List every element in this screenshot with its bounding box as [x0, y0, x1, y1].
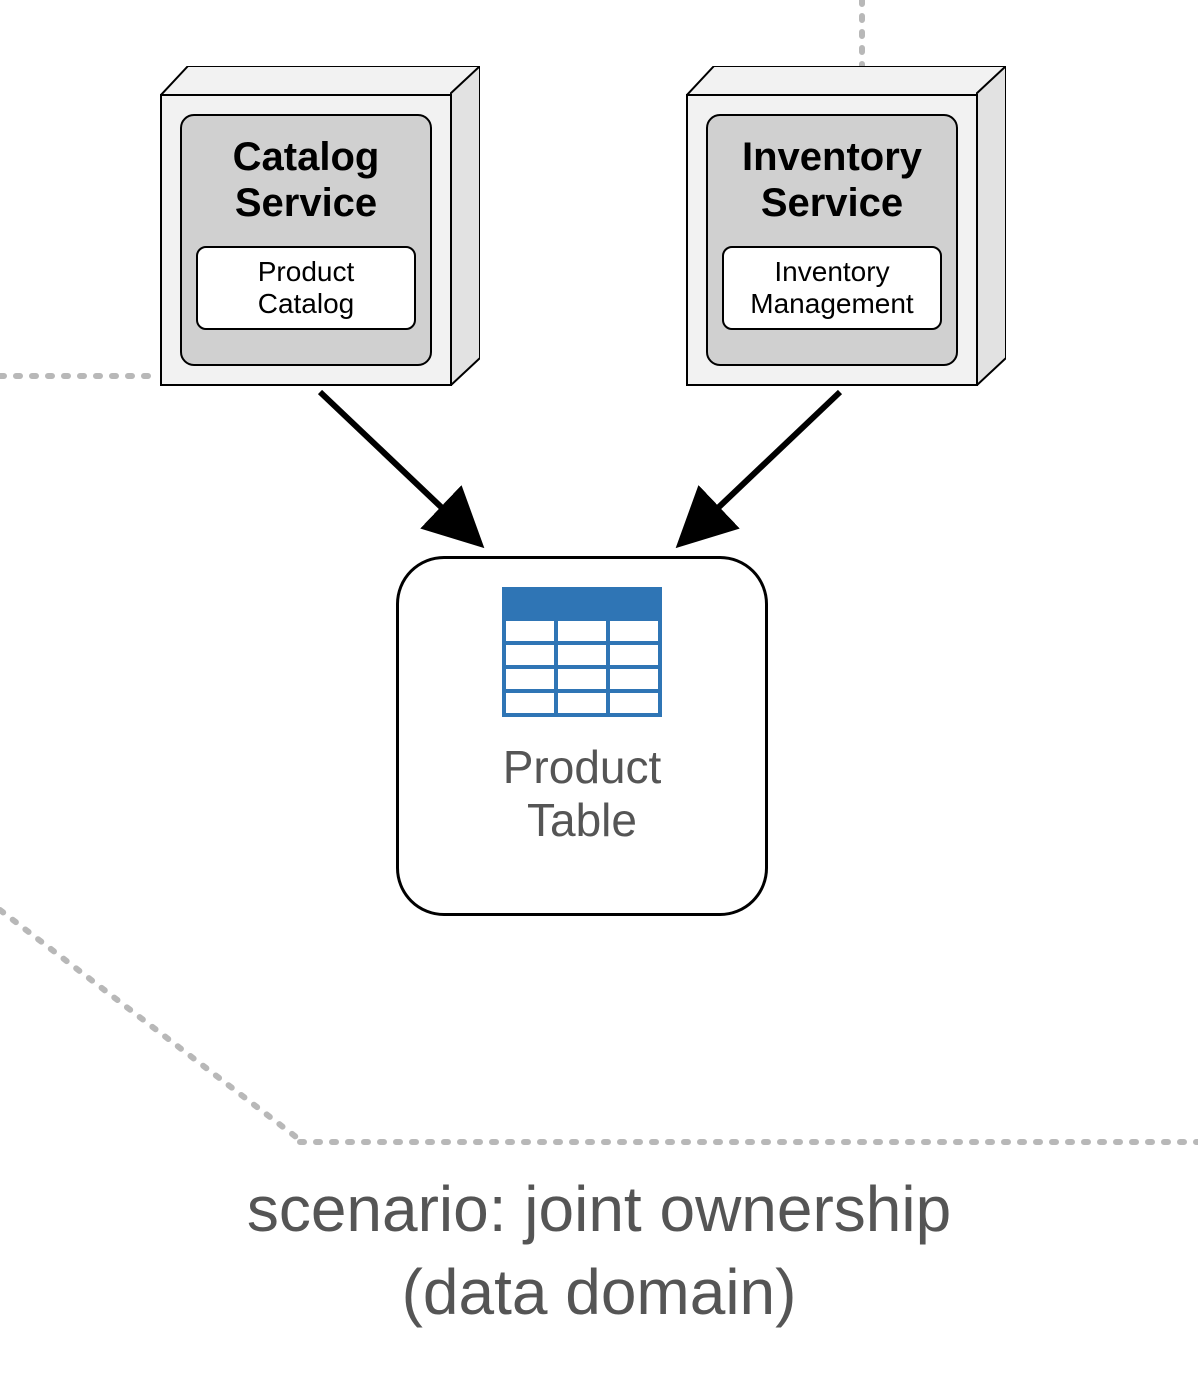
inventory-service-title-l1: Inventory [742, 134, 922, 180]
product-table-label-l1: Product [503, 741, 662, 794]
inventory-module-l1: Inventory [742, 256, 922, 288]
inventory-service-title-l2: Service [742, 180, 922, 226]
product-table-label: Product Table [503, 741, 662, 847]
catalog-module-l1: Product [216, 256, 396, 288]
catalog-service-title: Catalog Service [233, 134, 380, 226]
inventory-module: Inventory Management [722, 246, 942, 330]
catalog-service-box: Catalog Service Product Catalog [160, 66, 480, 386]
inventory-service-title: Inventory Service [742, 134, 922, 226]
catalog-service-title-l2: Service [233, 180, 380, 226]
inventory-service-box: Inventory Service Inventory Management [686, 66, 1006, 386]
caption-line1: scenario: joint ownership [0, 1168, 1198, 1251]
inventory-module-l2: Management [742, 288, 922, 320]
catalog-module-l2: Catalog [216, 288, 396, 320]
caption-line2: (data domain) [0, 1251, 1198, 1334]
product-table-box: Product Table [396, 556, 768, 916]
table-icon [502, 587, 662, 717]
inventory-service-inner: Inventory Service Inventory Management [706, 114, 958, 366]
catalog-service-title-l1: Catalog [233, 134, 380, 180]
catalog-service-inner: Catalog Service Product Catalog [180, 114, 432, 366]
catalog-module: Product Catalog [196, 246, 416, 330]
product-table-label-l2: Table [503, 794, 662, 847]
diagram-caption: scenario: joint ownership (data domain) [0, 1168, 1198, 1334]
